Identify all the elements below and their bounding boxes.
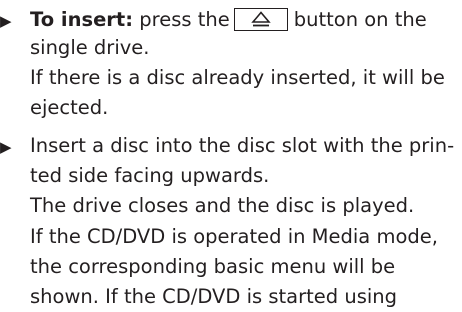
step2-line2: ted side facing upwards. — [30, 164, 270, 187]
eject-icon — [251, 11, 271, 27]
bullet-icon: ▶ — [0, 12, 12, 30]
step2-line4: If the CD/DVD is operated in Media mode, — [30, 225, 438, 248]
step1-line1: ▶ To insert: press the button on the — [0, 3, 427, 33]
step2-line1-text: Insert a disc into the disc slot with th… — [30, 134, 455, 157]
step1-label: To insert: — [30, 8, 134, 31]
step1-note-line1: If there is a disc already inserted, it … — [30, 66, 445, 89]
step1-text-after: button on the — [293, 8, 427, 31]
step2-line3: The drive closes and the disc is played. — [30, 194, 415, 217]
step1-text-before: press the — [139, 8, 230, 31]
step2-line6: shown. If the CD/DVD is started using — [30, 285, 398, 308]
step1-note-line2: ejected. — [30, 96, 109, 119]
step1-line2: single drive. — [30, 36, 150, 59]
eject-button-symbol — [233, 8, 288, 31]
manual-page: ▶ To insert: press the button on the singl… — [0, 0, 462, 308]
step2-line1: ▶ Insert a disc into the disc slot with t… — [0, 131, 454, 161]
step2-line5: the corresponding basic menu will be — [30, 255, 396, 278]
bullet-icon: ▶ — [0, 138, 12, 156]
